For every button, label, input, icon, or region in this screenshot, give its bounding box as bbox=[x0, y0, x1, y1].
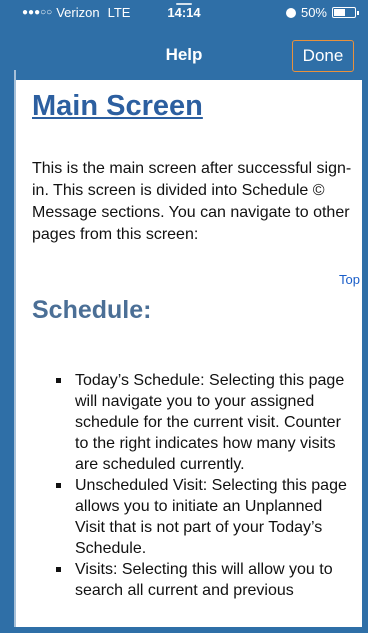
frame-bottom-border bbox=[0, 627, 368, 633]
help-content[interactable]: Main Screen This is the main screen afte… bbox=[16, 80, 362, 627]
frame-right-border bbox=[362, 0, 368, 633]
list-item: Today’s Schedule: Selecting this page wi… bbox=[56, 370, 350, 475]
phone-screen: ●●●○○ Verizon LTE 14:14 50% Help Done Ma… bbox=[0, 0, 368, 633]
list-item-text: Today’s Schedule: Selecting this page wi… bbox=[75, 372, 345, 473]
alarm-icon bbox=[285, 7, 296, 18]
status-right: 50% bbox=[285, 5, 359, 20]
list-item-text: Unscheduled Visit: Selecting this page a… bbox=[75, 477, 347, 557]
frame-left-border bbox=[0, 0, 14, 633]
bullet-icon bbox=[56, 483, 61, 488]
list-item: Unscheduled Visit: Selecting this page a… bbox=[56, 475, 350, 559]
frame-left-inner-border bbox=[14, 70, 16, 627]
page-title: Main Screen bbox=[32, 90, 203, 122]
section-title-schedule: Schedule: bbox=[32, 296, 152, 324]
top-link[interactable]: Top bbox=[339, 272, 360, 287]
bullet-icon bbox=[56, 567, 61, 572]
done-button[interactable]: Done bbox=[292, 40, 354, 72]
schedule-bullet-list: Today’s Schedule: Selecting this page wi… bbox=[56, 370, 350, 601]
battery-percent: 50% bbox=[300, 5, 327, 20]
status-bar: ●●●○○ Verizon LTE 14:14 50% bbox=[0, 0, 368, 24]
header: ●●●○○ Verizon LTE 14:14 50% Help Done bbox=[0, 0, 368, 80]
bullet-icon bbox=[56, 378, 61, 383]
intro-text: This is the main screen after successful… bbox=[32, 160, 352, 243]
battery-icon bbox=[332, 7, 359, 18]
battery-fill bbox=[334, 9, 345, 16]
list-item-text: Visits: Selecting this will allow you to… bbox=[75, 561, 333, 599]
list-item: Visits: Selecting this will allow you to… bbox=[56, 559, 350, 601]
